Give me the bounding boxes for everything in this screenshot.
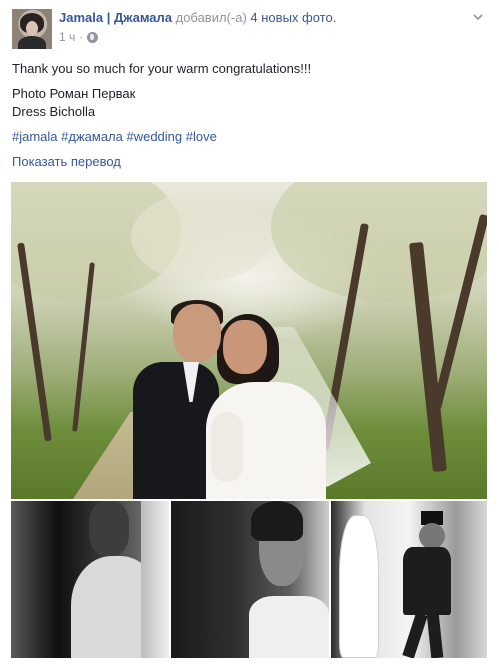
avatar[interactable]	[12, 9, 52, 49]
hashtags-links[interactable]: #jamala #джамала #wedding #love	[12, 128, 217, 146]
post-headline: Jamala | Джамала добавил(-а) 4 новых фот…	[59, 10, 336, 26]
wedding-photo-bw-1[interactable]	[11, 501, 169, 658]
post-text-line: Thank you so much for your warm congratu…	[12, 61, 312, 76]
globe-icon[interactable]	[87, 31, 99, 43]
dress-credit: Dress Bicholla	[12, 104, 96, 119]
post-meta: 1 ч ·	[59, 29, 99, 45]
post-action-text: добавил(-а)	[175, 10, 247, 25]
meta-separator: ·	[79, 30, 84, 44]
wedding-photo-bw-2[interactable]	[171, 501, 329, 658]
chevron-down-icon[interactable]	[473, 12, 483, 22]
new-photos-link[interactable]: 4 новых фото.	[250, 10, 336, 25]
photo-credit: Photo Роман Первак	[12, 86, 136, 101]
show-translation-link[interactable]: Показать перевод	[12, 153, 121, 171]
wedding-photo-bw-3[interactable]	[331, 501, 487, 658]
facebook-post: Jamala | Джамала добавил(-а) 4 новых фот…	[0, 0, 499, 670]
timestamp-link[interactable]: 1 ч	[59, 29, 75, 45]
wedding-photo-main[interactable]	[11, 182, 487, 499]
author-name-link[interactable]: Jamala | Джамала	[59, 10, 172, 25]
